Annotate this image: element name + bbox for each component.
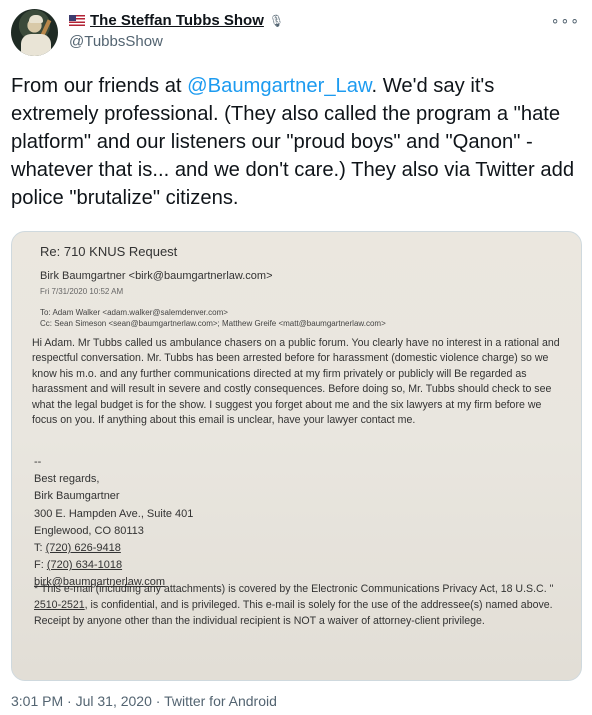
tweet-footer: 3:01 PM · Jul 31, 2020 · Twitter for And… — [11, 693, 277, 709]
tweet-source[interactable]: Twitter for Android — [164, 693, 277, 709]
disclaimer-end: , is confidential, and is privileged. Th… — [34, 598, 553, 627]
more-options-icon[interactable]: ∘∘∘ — [551, 12, 580, 29]
disclaimer-statute: 2510-2521 — [34, 598, 85, 611]
sig-fax-row: F: (720) 634-1018 — [34, 557, 193, 574]
sig-phone-row: T: (720) 626-9418 — [34, 540, 193, 557]
email-signature: -- Best regards, Birk Baumgartner 300 E.… — [34, 454, 193, 592]
sig-dashes: -- — [34, 456, 42, 468]
email-body: Hi Adam. Mr Tubbs called us ambulance ch… — [32, 337, 560, 427]
us-flag-icon — [69, 15, 85, 26]
user-handle[interactable]: @TubbsShow — [69, 33, 163, 50]
email-disclaimer: * This e-mail (including any attachments… — [34, 582, 562, 629]
tweet-text-start: From our friends at — [11, 75, 188, 97]
email-to: To: Adam Walker <adam.walker@salemdenver… — [40, 308, 228, 317]
name-row: The Steffan Tubbs Show 🎙 — [69, 12, 284, 29]
disclaimer-start: * This e-mail (including any attachments… — [34, 583, 554, 595]
email-printout: Re: 710 KNUS Request Birk Baumgartner <b… — [12, 232, 581, 680]
tweet-timestamp[interactable]: 3:01 PM · Jul 31, 2020 · — [11, 693, 164, 709]
sig-phone: (720) 626-9418 — [45, 542, 121, 555]
sig-name: Birk Baumgartner — [34, 490, 120, 503]
email-from: Birk Baumgartner <birk@baumgartnerlaw.co… — [40, 270, 273, 282]
email-date: Fri 7/31/2020 10:52 AM — [40, 287, 124, 296]
display-name[interactable]: The Steffan Tubbs Show — [90, 12, 264, 29]
sig-address-1: 300 E. Hampden Ave., Suite 401 — [34, 507, 194, 520]
email-subject: Re: 710 KNUS Request — [40, 244, 178, 259]
mention-link[interactable]: @Baumgartner_Law — [187, 75, 371, 97]
sig-fax-label: F: — [34, 559, 47, 572]
sig-regards: Best regards, — [34, 473, 100, 486]
email-cc: Cc: Sean Simeson <sean@baumgartnerlaw.co… — [40, 319, 386, 328]
sig-fax: (720) 634-1018 — [46, 559, 123, 572]
sig-address-2: Englewood, CO 80113 — [34, 524, 144, 537]
attached-image[interactable]: Re: 710 KNUS Request Birk Baumgartner <b… — [11, 231, 582, 681]
sig-phone-label: T: — [34, 542, 46, 555]
tweet-text: From our friends at @Baumgartner_Law. We… — [11, 72, 583, 212]
avatar[interactable] — [11, 9, 58, 56]
microphone-icon: 🎙 — [268, 13, 285, 28]
tweet-header: The Steffan Tubbs Show 🎙 @TubbsShow ∘∘∘ — [11, 8, 582, 58]
